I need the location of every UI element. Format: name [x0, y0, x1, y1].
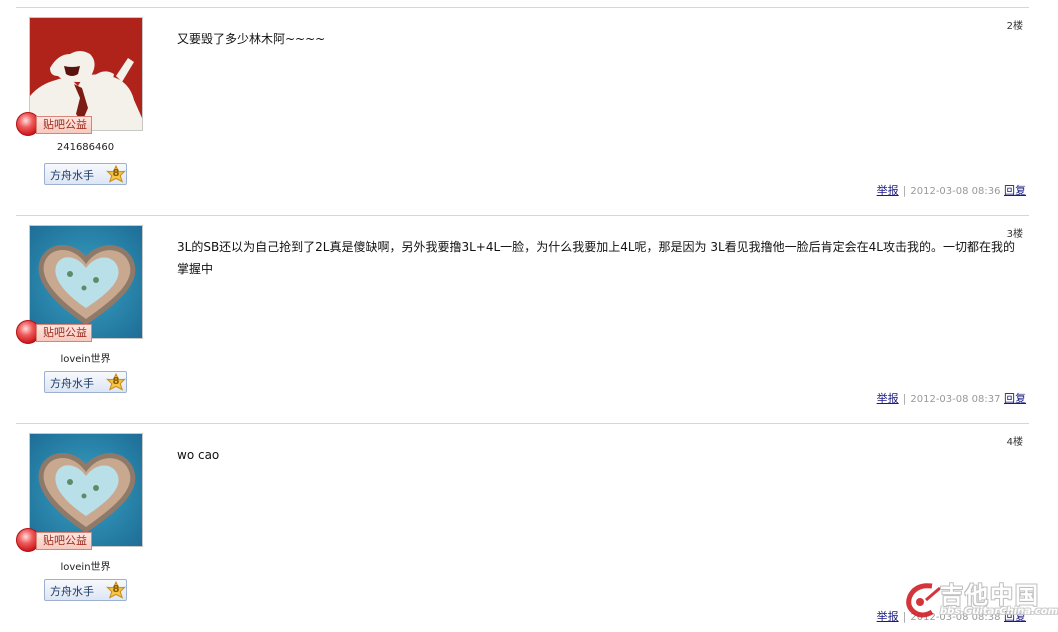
- star-level-icon: 8: [106, 165, 126, 185]
- star-level-icon: 8: [106, 373, 126, 393]
- rank-badge[interactable]: 方舟水手 8: [44, 579, 127, 601]
- badge-label: 贴吧公益: [36, 116, 92, 134]
- username[interactable]: lovein世界: [16, 558, 155, 573]
- post-meta: 举报 | 2012-03-08 08:37 回复: [877, 390, 1026, 406]
- charity-badge[interactable]: 贴吧公益: [16, 112, 106, 136]
- username[interactable]: lovein世界: [16, 350, 155, 365]
- post-floor-4: 贴吧公益 lovein世界 方舟水手 8 4楼 wo cao 举报 | 2012-0…: [16, 423, 1029, 632]
- post-floor-2: 贴吧公益 241686460 方舟水手 8 2楼 又要毁了多少林木阿~~~~ 举…: [16, 7, 1029, 216]
- rank-level: 8: [112, 168, 120, 179]
- charity-badge[interactable]: 贴吧公益: [16, 528, 106, 552]
- post-meta: 举报 | 2012-03-08 08:36 回复: [877, 182, 1026, 198]
- report-link[interactable]: 举报: [877, 392, 899, 405]
- rank-badge[interactable]: 方舟水手 8: [44, 371, 127, 393]
- separator: |: [902, 392, 907, 405]
- site-watermark: 吉他中国 bbs.GuitarChina.com: [902, 576, 1058, 624]
- rank-label: 方舟水手: [50, 377, 94, 390]
- report-link[interactable]: 举报: [877, 184, 899, 197]
- post-floor-3: 贴吧公益 lovein世界 方舟水手 8 3楼 3L的SB还以为自己抢到了2L真…: [16, 215, 1029, 424]
- rank-label: 方舟水手: [50, 585, 94, 598]
- badge-label: 贴吧公益: [36, 532, 92, 550]
- post-content: wo cao: [177, 448, 220, 462]
- rank-level: 8: [112, 376, 120, 387]
- rank-level: 8: [112, 584, 120, 595]
- separator: |: [902, 184, 907, 197]
- badge-label: 贴吧公益: [36, 324, 92, 342]
- report-link[interactable]: 举报: [877, 610, 899, 623]
- post-content: 又要毁了多少林木阿~~~~: [177, 32, 326, 46]
- rank-label: 方舟水手: [50, 169, 94, 182]
- guitar-china-logo-icon: [906, 583, 941, 618]
- watermark-url: bbs.GuitarChina.com: [940, 606, 1058, 617]
- charity-badge[interactable]: 贴吧公益: [16, 320, 106, 344]
- username[interactable]: 241686460: [16, 142, 155, 153]
- post-time: 2012-03-08 08:36: [910, 186, 1001, 197]
- post-time: 2012-03-08 08:37: [910, 394, 1001, 405]
- reply-link[interactable]: 回复: [1004, 184, 1026, 197]
- reply-link[interactable]: 回复: [1004, 392, 1026, 405]
- post-content: 3L的SB还以为自己抢到了2L真是傻缺啊，另外我要撸3L+4L一脸，为什么我要加…: [177, 240, 1015, 276]
- rank-badge[interactable]: 方舟水手 8: [44, 163, 127, 185]
- watermark-title: 吉他中国: [940, 583, 1040, 609]
- star-level-icon: 8: [106, 581, 126, 601]
